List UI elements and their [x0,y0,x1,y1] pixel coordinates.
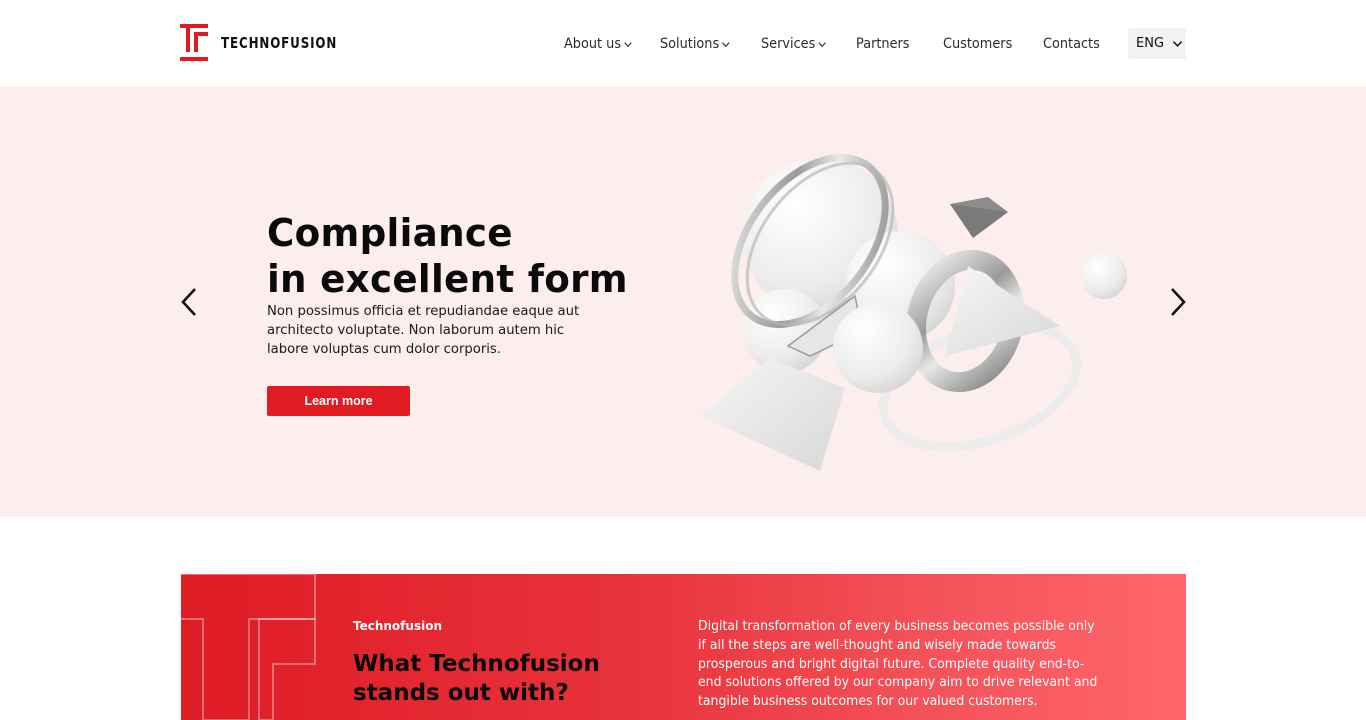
hero-description: Non possimus officia et repudiandae eaqu… [267,304,580,357]
logo-outline-icon [181,574,316,720]
site-header: TECHNOFUSION About us Solutions Services… [0,0,1366,86]
chevron-down-icon [1172,41,1183,47]
hero-illustration [700,154,1127,471]
nav-label: Services [761,36,816,52]
nav-partners[interactable]: Partners [856,28,910,60]
nav-contacts[interactable]: Contacts [1043,28,1100,60]
nav-label: Solutions [660,36,720,52]
logo-mark-icon [180,24,208,61]
nav-label: Customers [943,36,1013,52]
chevron-down-icon [624,41,632,47]
chevron-down-icon [818,41,826,47]
hero-slider: Compliance in excellent form Non possimu… [0,86,1366,517]
chevron-down-icon [722,41,730,47]
nav-about-us[interactable]: About us [564,28,632,60]
feature-title-line-2: stands out with? [353,680,569,706]
feature-text: Digital transformation of every business… [698,619,1098,710]
hero-title-line-2: in excellent form [267,257,628,301]
feature-banner: Technofusion What Technofusion stands ou… [181,574,1186,720]
nav-customers[interactable]: Customers [943,28,1012,60]
learn-more-button[interactable]: Learn more [267,386,410,416]
language-selector[interactable]: ENG [1128,28,1186,59]
nav-label: About us [564,36,622,52]
feature-title-line-1: What Technofusion [353,651,600,677]
chevron-right-icon[interactable] [1166,286,1190,318]
feature-title: What Technofusion stands out with? [353,650,600,708]
language-label: ENG [1136,36,1165,51]
feature-eyebrow: Technofusion [353,619,442,633]
logo-text: TECHNOFUSION [221,34,338,52]
nav-label: Partners [856,36,910,52]
hero-title: Compliance in excellent form [267,210,628,302]
hero-title-line-1: Compliance [267,211,513,255]
chevron-left-icon[interactable] [177,286,201,318]
nav-label: Contacts [1043,36,1100,52]
nav-solutions[interactable]: Solutions [660,28,730,60]
nav-services[interactable]: Services [761,28,826,60]
logo[interactable]: TECHNOFUSION [180,24,353,62]
